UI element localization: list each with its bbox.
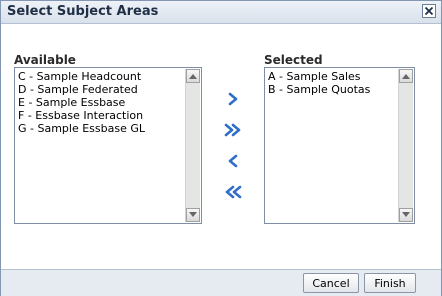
arrow-up-icon <box>402 74 410 79</box>
arrow-down-icon <box>402 212 410 217</box>
move-all-right-button[interactable] <box>222 121 244 139</box>
selected-label: Selected <box>264 53 323 67</box>
list-item[interactable]: G - Sample Essbase GL <box>17 122 184 135</box>
dialog-title: Select Subject Areas <box>7 4 159 19</box>
close-x-icon <box>424 6 434 16</box>
scroll-down-button[interactable] <box>186 208 200 222</box>
available-scrollbar[interactable] <box>185 69 200 222</box>
cancel-button[interactable]: Cancel <box>303 273 359 293</box>
selected-items: A - Sample Sales B - Sample Quotas <box>267 70 397 96</box>
scroll-up-button[interactable] <box>399 69 413 83</box>
double-chevron-right-icon <box>224 123 241 137</box>
select-subject-areas-dialog: Select Subject Areas Available C - Sampl… <box>0 0 442 296</box>
scroll-down-button[interactable] <box>399 208 413 222</box>
arrow-up-icon <box>189 74 197 79</box>
double-chevron-left-icon <box>225 185 242 199</box>
arrow-down-icon <box>189 212 197 217</box>
finish-button[interactable]: Finish <box>364 273 416 293</box>
move-left-button[interactable] <box>222 152 244 170</box>
available-listbox[interactable]: C - Sample Headcount D - Sample Federated… <box>14 67 202 224</box>
chevron-left-icon <box>228 154 238 168</box>
list-item[interactable]: E - Sample Essbase <box>17 96 184 109</box>
close-button[interactable] <box>422 4 436 18</box>
available-label: Available <box>14 53 76 67</box>
selected-scrollbar[interactable] <box>398 69 413 222</box>
dialog-titlebar: Select Subject Areas <box>1 1 441 24</box>
move-all-left-button[interactable] <box>222 183 244 201</box>
selected-listbox[interactable]: A - Sample Sales B - Sample Quotas <box>264 67 415 224</box>
available-items: C - Sample Headcount D - Sample Federated… <box>17 70 184 135</box>
chevron-right-icon <box>228 92 238 106</box>
move-right-button[interactable] <box>222 90 244 108</box>
dialog-footer: Cancel Finish <box>1 269 441 296</box>
scroll-up-button[interactable] <box>186 69 200 83</box>
list-item[interactable]: D - Sample Federated <box>17 83 184 96</box>
list-item[interactable]: C - Sample Headcount <box>17 70 184 83</box>
list-item[interactable]: A - Sample Sales <box>267 70 397 83</box>
list-item[interactable]: B - Sample Quotas <box>267 83 397 96</box>
list-item[interactable]: F - Essbase Interaction <box>17 109 184 122</box>
